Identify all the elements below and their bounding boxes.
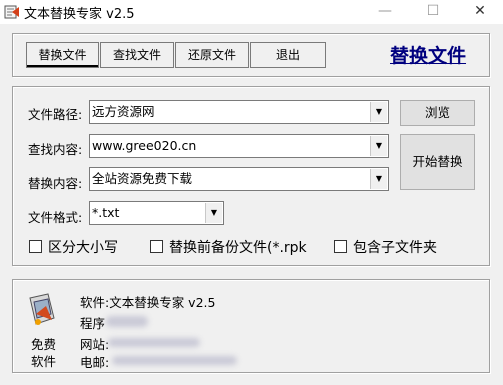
tab-exit[interactable]: 退出	[250, 42, 326, 68]
tab-find-files[interactable]: 查找文件	[100, 42, 174, 68]
checkbox-icon[interactable]	[150, 240, 163, 253]
checkbox-icon[interactable]	[29, 240, 42, 253]
app-icon	[4, 5, 19, 19]
replace-value: 全站资源免费下载	[92, 171, 193, 186]
replace-combo[interactable]: 全站资源免费下载 ▼	[89, 167, 389, 191]
free-badge-line2: 软件	[31, 354, 57, 369]
find-combo[interactable]: www.gree020.cn ▼	[89, 134, 389, 158]
tab-replace-files[interactable]: 替换文件	[26, 42, 99, 68]
close-button[interactable]: ✕	[457, 0, 503, 24]
page-title[interactable]: 替换文件	[390, 41, 466, 68]
tab-restore-files[interactable]: 还原文件	[175, 42, 249, 68]
about-software: 软件:文本替换专家 v2.5	[80, 295, 216, 310]
free-software-icon	[29, 293, 55, 325]
backup-label: 替换前备份文件(*.rpk	[169, 240, 307, 256]
maximize-button[interactable]: ☐	[410, 0, 456, 24]
path-label: 文件路径:	[28, 107, 83, 122]
find-label: 查找内容:	[28, 142, 83, 157]
case-sensitive-label: 区分大小写	[48, 240, 118, 256]
dropdown-arrow-icon[interactable]: ▼	[370, 169, 387, 189]
format-value: *.txt	[92, 205, 120, 220]
find-value: www.gree020.cn	[92, 138, 197, 153]
format-label: 文件格式:	[28, 210, 83, 225]
minimize-button[interactable]: —	[362, 0, 408, 24]
about-site-label: 网站:	[80, 337, 110, 352]
checkbox-icon[interactable]	[334, 240, 347, 253]
redacted-email	[112, 356, 237, 365]
subfolders-checkbox[interactable]: 包含子文件夹	[334, 237, 437, 256]
start-replace-button[interactable]: 开始替换	[400, 134, 475, 190]
path-value: 远方资源网	[92, 104, 155, 119]
window-title: 文本替换专家 v2.5	[24, 7, 135, 22]
redacted-site	[108, 338, 200, 347]
format-combo[interactable]: *.txt ▼	[89, 201, 224, 225]
about-author-label: 程序	[80, 316, 106, 331]
dropdown-arrow-icon[interactable]: ▼	[370, 136, 387, 156]
redacted-author	[106, 316, 148, 327]
browse-button[interactable]: 浏览	[400, 100, 475, 126]
title-bar: 文本替换专家 v2.5 — ☐ ✕	[0, 0, 503, 24]
dropdown-arrow-icon[interactable]: ▼	[370, 102, 387, 122]
dropdown-arrow-icon[interactable]: ▼	[205, 203, 222, 223]
subfolders-label: 包含子文件夹	[353, 240, 437, 256]
about-email-label: 电邮:	[80, 355, 110, 370]
replace-label: 替换内容:	[28, 176, 83, 191]
case-sensitive-checkbox[interactable]: 区分大小写	[29, 237, 118, 256]
path-combo[interactable]: 远方资源网 ▼	[89, 100, 389, 124]
backup-checkbox[interactable]: 替换前备份文件(*.rpk	[150, 237, 307, 256]
